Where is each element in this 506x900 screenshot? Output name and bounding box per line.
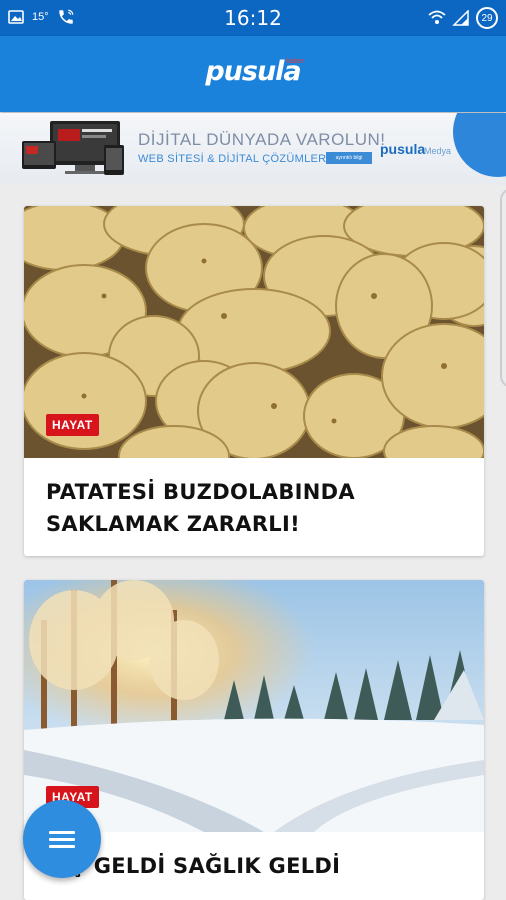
menu-button[interactable] <box>23 800 101 878</box>
devices-mockup-image <box>22 121 124 175</box>
app-bar: pusula haber <box>0 36 506 112</box>
banner-headline: DİJİTAL DÜNYADA VAROLUN! <box>138 130 386 149</box>
battery-indicator: 29 <box>476 7 498 29</box>
status-right: 29 <box>428 7 498 29</box>
article-title[interactable]: PATATESİ BUZDOLABINDA SAKLAMAK ZARARLI! <box>24 458 484 540</box>
banner-corner-decoration <box>453 113 506 177</box>
article-image-winter[interactable]: HAYAT <box>24 580 484 832</box>
banner-brand-sub: Medya <box>424 146 452 156</box>
hamburger-icon <box>49 827 75 852</box>
edge-panel-handle[interactable] <box>500 188 506 388</box>
banner-subline: WEB SİTESİ & DİJİTAL ÇÖZÜMLER <box>138 153 327 165</box>
category-tag[interactable]: HAYAT <box>46 414 99 436</box>
app-logo[interactable]: pusula <box>0 56 506 87</box>
article-image-potatoes[interactable]: HAYAT <box>24 206 484 458</box>
status-bar: 15° 16:12 29 <box>0 0 506 36</box>
banner-brand-name: pusula <box>380 141 426 157</box>
banner-info-button[interactable]: ayrıntılı bilgi <box>326 152 372 164</box>
wifi-icon <box>428 10 446 24</box>
logo-subtitle: haber <box>286 58 304 65</box>
article-card[interactable]: HAYAT PATATESİ BUZDOLABINDA SAKLAMAK ZAR… <box>24 206 484 556</box>
signal-icon <box>452 10 469 26</box>
ad-banner[interactable]: DİJİTAL DÜNYADA VAROLUN! WEB SİTESİ & Dİ… <box>0 113 506 185</box>
